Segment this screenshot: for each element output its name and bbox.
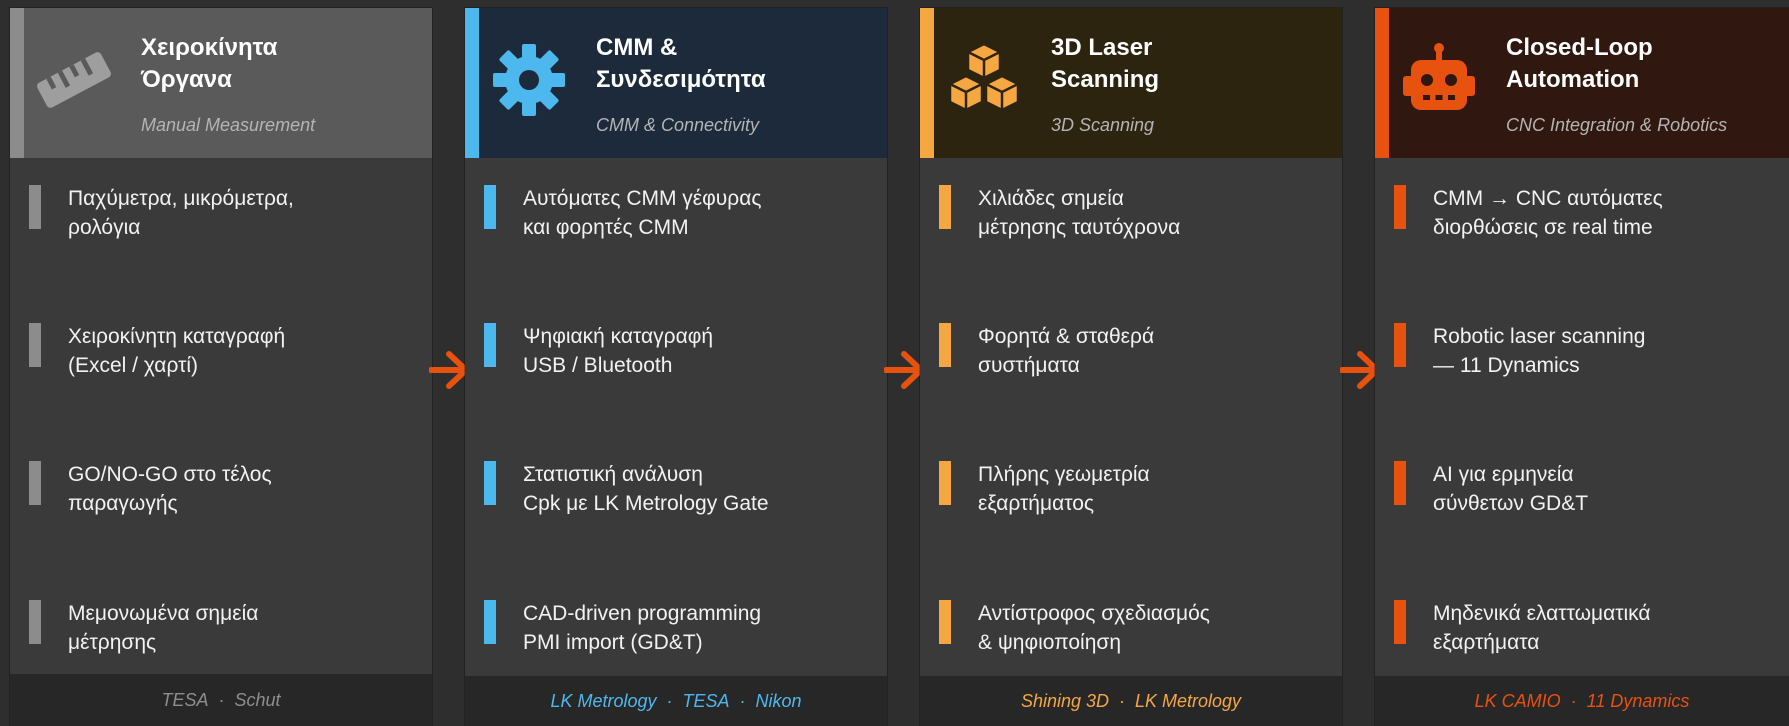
bullet-marker — [29, 600, 41, 644]
list-item: Μεμονωμένα σημεία μέτρησης — [10, 599, 432, 659]
list-item: CAD-driven programming PMI import (GD&T) — [465, 599, 887, 659]
list-item: Παχύμετρα, μικρόμετρα, ρολόγια — [10, 184, 432, 244]
vendor-name: Nikon — [755, 690, 802, 711]
bullet-marker — [484, 600, 496, 644]
separator-dot: · — [1560, 690, 1587, 711]
separator-dot: · — [208, 689, 235, 710]
vendor-name: LK CAMIO — [1474, 690, 1561, 711]
separator-dot: · — [1109, 690, 1135, 711]
list-item: AI για ερμηνεία σύνθετων GD&T — [1375, 460, 1789, 520]
item-text: Ψηφιακή καταγραφή USB / Bluetooth — [523, 325, 714, 377]
item-text: Παχύμετρα, μικρόμετρα, ρολόγια — [68, 187, 294, 239]
column-header: 3D Laser Scanning 3D Scanning — [920, 8, 1342, 158]
bullet-marker — [1394, 185, 1406, 229]
list-item: Αυτόματες CMM γέφυρας και φορητές CMM — [465, 184, 887, 244]
column-subtitle: Manual Measurement — [141, 115, 316, 135]
bullet-marker — [939, 323, 951, 367]
bullet-marker — [939, 461, 951, 505]
bullet-marker — [29, 461, 41, 505]
list-item: Robotic laser scanning — 11 Dynamics — [1375, 322, 1789, 382]
column-subtitle: 3D Scanning — [1051, 115, 1155, 135]
item-text: Πλήρης γεωμετρία εξαρτήματος — [978, 463, 1150, 515]
list-item: Πλήρης γεωμετρία εξαρτήματος — [920, 460, 1342, 520]
bullet-marker — [1394, 323, 1406, 367]
list-item: Ψηφιακή καταγραφή USB / Bluetooth — [465, 322, 887, 382]
vendor-name: TESA — [682, 690, 730, 711]
accent-bar — [920, 8, 934, 158]
item-text: Χειροκίνητη καταγραφή (Excel / χαρτί) — [68, 325, 286, 377]
list-item: GO/NO-GO στο τέλος παραγωγής — [10, 460, 432, 520]
gear-icon — [487, 38, 571, 122]
item-text: Αυτόματες CMM γέφυρας και φορητές CMM — [523, 187, 762, 239]
item-text: Φορητά & σταθερά συστήματα — [978, 325, 1155, 377]
item-text: Robotic laser scanning — 11 Dynamics — [1433, 325, 1646, 377]
item-text: AI για ερμηνεία σύνθετων GD&T — [1433, 463, 1589, 515]
list-item: CMM → CNC αυτόματες διορθώσεις σε real t… — [1375, 184, 1789, 244]
bullet-marker — [939, 185, 951, 229]
separator-dot: · — [656, 690, 683, 711]
bullet-marker — [484, 323, 496, 367]
separator-dot: · — [729, 690, 756, 711]
column-title: Closed-Loop Automation — [1506, 34, 1653, 93]
item-text: Στατιστική ανάλυση Cpk με LK Metrology G… — [523, 463, 769, 515]
vendor-footer: LK CAMIO · 11 Dynamics — [1375, 676, 1789, 726]
item-text: GO/NO-GO στο τέλος παραγωγής — [68, 463, 272, 515]
stage-column-manual: Χειροκίνητα Όργανα Manual Measurement Πα… — [10, 8, 432, 726]
bullet-marker — [1394, 600, 1406, 644]
column-header: Χειροκίνητα Όργανα Manual Measurement — [10, 8, 432, 158]
vendor-name: Shining 3D — [1020, 690, 1109, 711]
column-subtitle: CMM & Connectivity — [596, 115, 760, 135]
bullet-marker — [939, 600, 951, 644]
vendor-footer: Shining 3D · LK Metrology — [920, 676, 1342, 726]
list-item: Αντίστροφος σχεδιασμός & ψηφιοποίηση — [920, 599, 1342, 659]
item-text: Μηδενικά ελαττωματικά εξαρτήματα — [1433, 602, 1651, 654]
vendor-name: 11 Dynamics — [1586, 690, 1690, 711]
column-title: Χειροκίνητα Όργανα — [141, 34, 278, 93]
column-subtitle: CNC Integration & Robotics — [1506, 115, 1728, 135]
ruler-icon — [32, 38, 116, 122]
bullet-marker — [484, 461, 496, 505]
bullet-marker — [29, 323, 41, 367]
bullet-marker — [1394, 461, 1406, 505]
list-item: Στατιστική ανάλυση Cpk με LK Metrology G… — [465, 460, 887, 520]
vendor-name: Schut — [234, 689, 281, 710]
accent-bar — [1375, 8, 1389, 158]
item-text: CAD-driven programming PMI import (GD&T) — [523, 602, 762, 654]
list-item: Φορητά & σταθερά συστήματα — [920, 322, 1342, 382]
item-text: Χιλιάδες σημεία μέτρησης ταυτόχρονα — [978, 187, 1181, 239]
cubes-icon — [942, 38, 1026, 122]
robot-icon — [1397, 38, 1481, 122]
stage-column-3d-scanning: 3D Laser Scanning 3D Scanning Χιλιάδες σ… — [920, 8, 1342, 726]
item-text: Μεμονωμένα σημεία μέτρησης — [68, 602, 259, 654]
list-item: Χιλιάδες σημεία μέτρησης ταυτόχρονα — [920, 184, 1342, 244]
stage-column-cmm: CMM & Συνδεσιμότητα CMM & Connectivity Α… — [465, 8, 887, 726]
list-item: Χειροκίνητη καταγραφή (Excel / χαρτί) — [10, 322, 432, 382]
column-header: CMM & Συνδεσιμότητα CMM & Connectivity — [465, 8, 887, 158]
vendor-name: TESA — [161, 689, 209, 710]
vendor-name: LK Metrology — [550, 690, 657, 711]
column-title: CMM & Συνδεσιμότητα — [596, 34, 766, 93]
item-text: Αντίστροφος σχεδιασμός & ψηφιοποίηση — [978, 602, 1210, 654]
column-title: 3D Laser Scanning — [1051, 34, 1160, 93]
accent-bar — [10, 8, 24, 158]
bullet-marker — [29, 185, 41, 229]
item-text: CMM → CNC αυτόματες διορθώσεις σε real t… — [1433, 187, 1663, 239]
vendor-footer: TESA · Schut — [10, 674, 432, 726]
vendor-footer: LK Metrology · TESA · Nikon — [465, 676, 887, 726]
accent-bar — [465, 8, 479, 158]
list-item: Μηδενικά ελαττωματικά εξαρτήματα — [1375, 599, 1789, 659]
bullet-marker — [484, 185, 496, 229]
stage-column-closed-loop: Closed-Loop Automation CNC Integration &… — [1375, 8, 1789, 726]
column-header: Closed-Loop Automation CNC Integration &… — [1375, 8, 1789, 158]
vendor-name: LK Metrology — [1135, 690, 1242, 711]
